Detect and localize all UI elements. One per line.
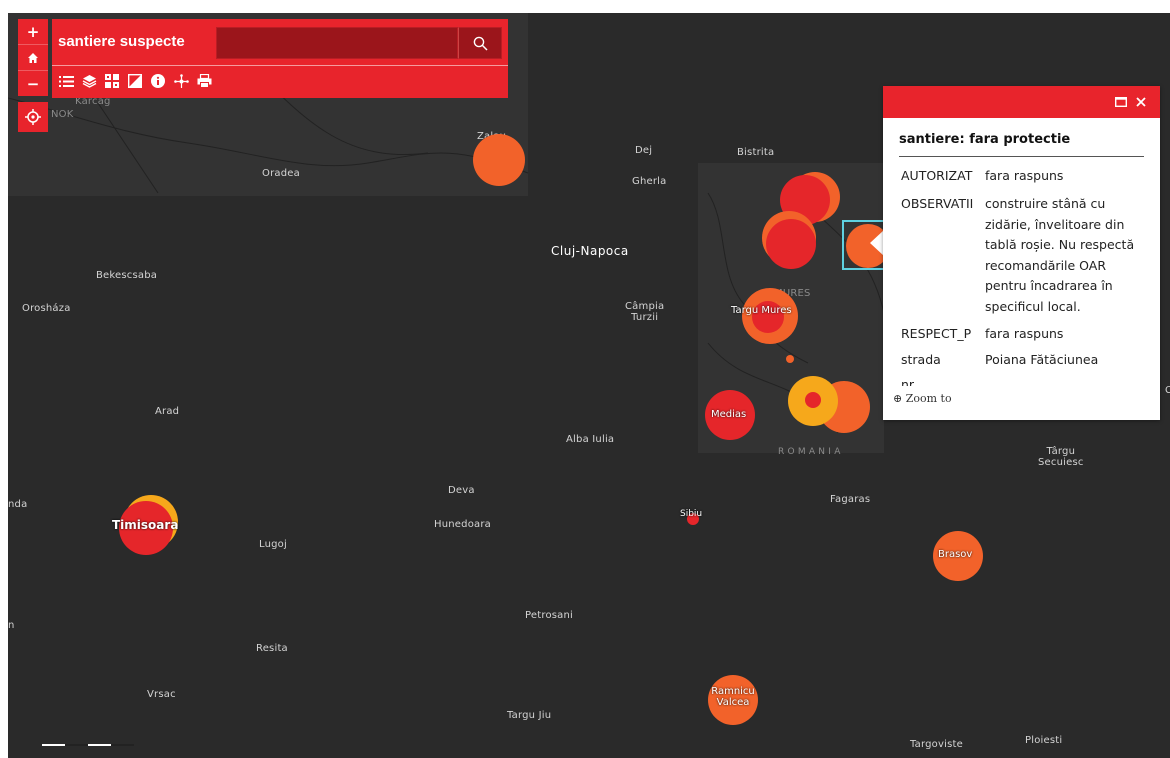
cluster-label: Targu Mures bbox=[731, 305, 792, 316]
zoom-controls: + − bbox=[18, 19, 48, 96]
app-header: santiere suspecte bbox=[52, 19, 508, 98]
town-label: Cluj-Napoca bbox=[551, 244, 629, 258]
cluster-label: Ramnicu Valcea bbox=[711, 686, 755, 708]
toolbar bbox=[58, 72, 212, 90]
town-label: Câmpia Turzii bbox=[625, 301, 665, 323]
legend-icon[interactable] bbox=[127, 72, 143, 90]
popup-divider bbox=[899, 156, 1144, 157]
search-icon bbox=[473, 36, 488, 51]
zoom-out-button[interactable]: − bbox=[18, 71, 48, 96]
feature-popup: santiere: fara protectie AUTORIZAT fara … bbox=[883, 86, 1160, 420]
attribute-value: construire stână cu zidărie, învelitoare… bbox=[985, 196, 1135, 314]
attribute-value: fara raspuns bbox=[985, 326, 1064, 341]
town-label: Petrosani bbox=[525, 610, 574, 621]
header-divider bbox=[52, 65, 508, 66]
attribute-value: Poiana Fătăciunea bbox=[985, 352, 1099, 367]
maximize-icon[interactable] bbox=[1113, 94, 1129, 110]
town-label: Bistrita bbox=[737, 147, 775, 158]
layers-icon[interactable] bbox=[81, 72, 97, 90]
town-label: Targoviste bbox=[910, 739, 963, 750]
attribute-key: strada bbox=[901, 352, 941, 367]
popup-header bbox=[883, 86, 1160, 118]
town-label: C bbox=[1165, 385, 1170, 396]
town-label: Alba Iulia bbox=[566, 434, 615, 445]
attribute-value: fara raspuns bbox=[985, 168, 1064, 183]
attribute-key: AUTORIZAT bbox=[901, 168, 973, 183]
town-label: Oradea bbox=[262, 168, 300, 179]
home-button[interactable] bbox=[18, 45, 48, 71]
town-label: n bbox=[8, 620, 15, 631]
list-icon[interactable] bbox=[58, 72, 74, 90]
town-label: Gherla bbox=[632, 176, 667, 187]
cluster-label: Ramnicu Valcea bbox=[708, 686, 758, 708]
cluster-symbol[interactable] bbox=[473, 134, 525, 186]
town-label: Câmpia Turzii bbox=[625, 301, 664, 323]
app-title: santiere suspecte bbox=[58, 33, 185, 50]
cluster-label: Timisoara bbox=[112, 518, 179, 532]
town-label: Targu Jiu bbox=[507, 710, 552, 721]
zoom-to-label: Zoom to bbox=[905, 392, 952, 405]
cluster-label: Brasov bbox=[938, 549, 973, 560]
locate-button[interactable] bbox=[18, 102, 48, 132]
town-label: Orosháza bbox=[22, 303, 71, 314]
town-label: Arad bbox=[155, 406, 180, 417]
town-label: Bekescsaba bbox=[96, 270, 158, 281]
town-label: Dej bbox=[635, 145, 653, 156]
cluster-symbol[interactable] bbox=[786, 355, 794, 363]
country-label: R O M A N I A bbox=[778, 447, 841, 457]
town-label: Lugoj bbox=[259, 539, 287, 550]
share-icon[interactable] bbox=[173, 72, 189, 90]
attribute-key: OBSERVATII bbox=[901, 196, 974, 211]
home-icon bbox=[28, 52, 38, 63]
popup-pointer bbox=[870, 230, 884, 256]
attribute-key-cut: nr bbox=[901, 378, 915, 386]
search-input[interactable] bbox=[216, 27, 458, 59]
print-icon[interactable] bbox=[196, 72, 212, 90]
town-label: Ploiesti bbox=[1025, 735, 1063, 746]
locate-icon bbox=[25, 109, 41, 125]
town-label: Hunedoara bbox=[434, 519, 491, 530]
search-button[interactable] bbox=[458, 27, 502, 59]
cluster-symbol[interactable] bbox=[805, 392, 821, 408]
town-label: Târgu Secuiesc bbox=[1038, 446, 1084, 468]
attribute-key: RESPECT_P bbox=[901, 326, 972, 341]
zoom-in-button[interactable]: + bbox=[18, 19, 48, 45]
basemap-icon[interactable] bbox=[104, 72, 120, 90]
popup-title: santiere: fara protectie bbox=[899, 132, 1071, 147]
cluster-label: Sibiu bbox=[680, 509, 703, 519]
town-label: Fagaras bbox=[830, 494, 871, 505]
zoom-in-icon: ⊕ bbox=[893, 392, 903, 405]
town-label: Deva bbox=[448, 485, 475, 496]
info-icon[interactable] bbox=[150, 72, 166, 90]
town-label: NOK bbox=[51, 109, 74, 120]
scale-bar bbox=[42, 744, 134, 746]
town-label: nda bbox=[8, 499, 28, 510]
town-label: Vrsac bbox=[147, 689, 176, 700]
cluster-label: Medias bbox=[711, 409, 747, 420]
zoom-to-link[interactable]: ⊕ Zoom to bbox=[893, 392, 952, 405]
town-label: Resita bbox=[256, 643, 288, 654]
cluster-symbol[interactable] bbox=[766, 219, 816, 269]
town-label: Târgu Secuiesc bbox=[1038, 446, 1084, 468]
close-icon[interactable] bbox=[1133, 94, 1149, 110]
